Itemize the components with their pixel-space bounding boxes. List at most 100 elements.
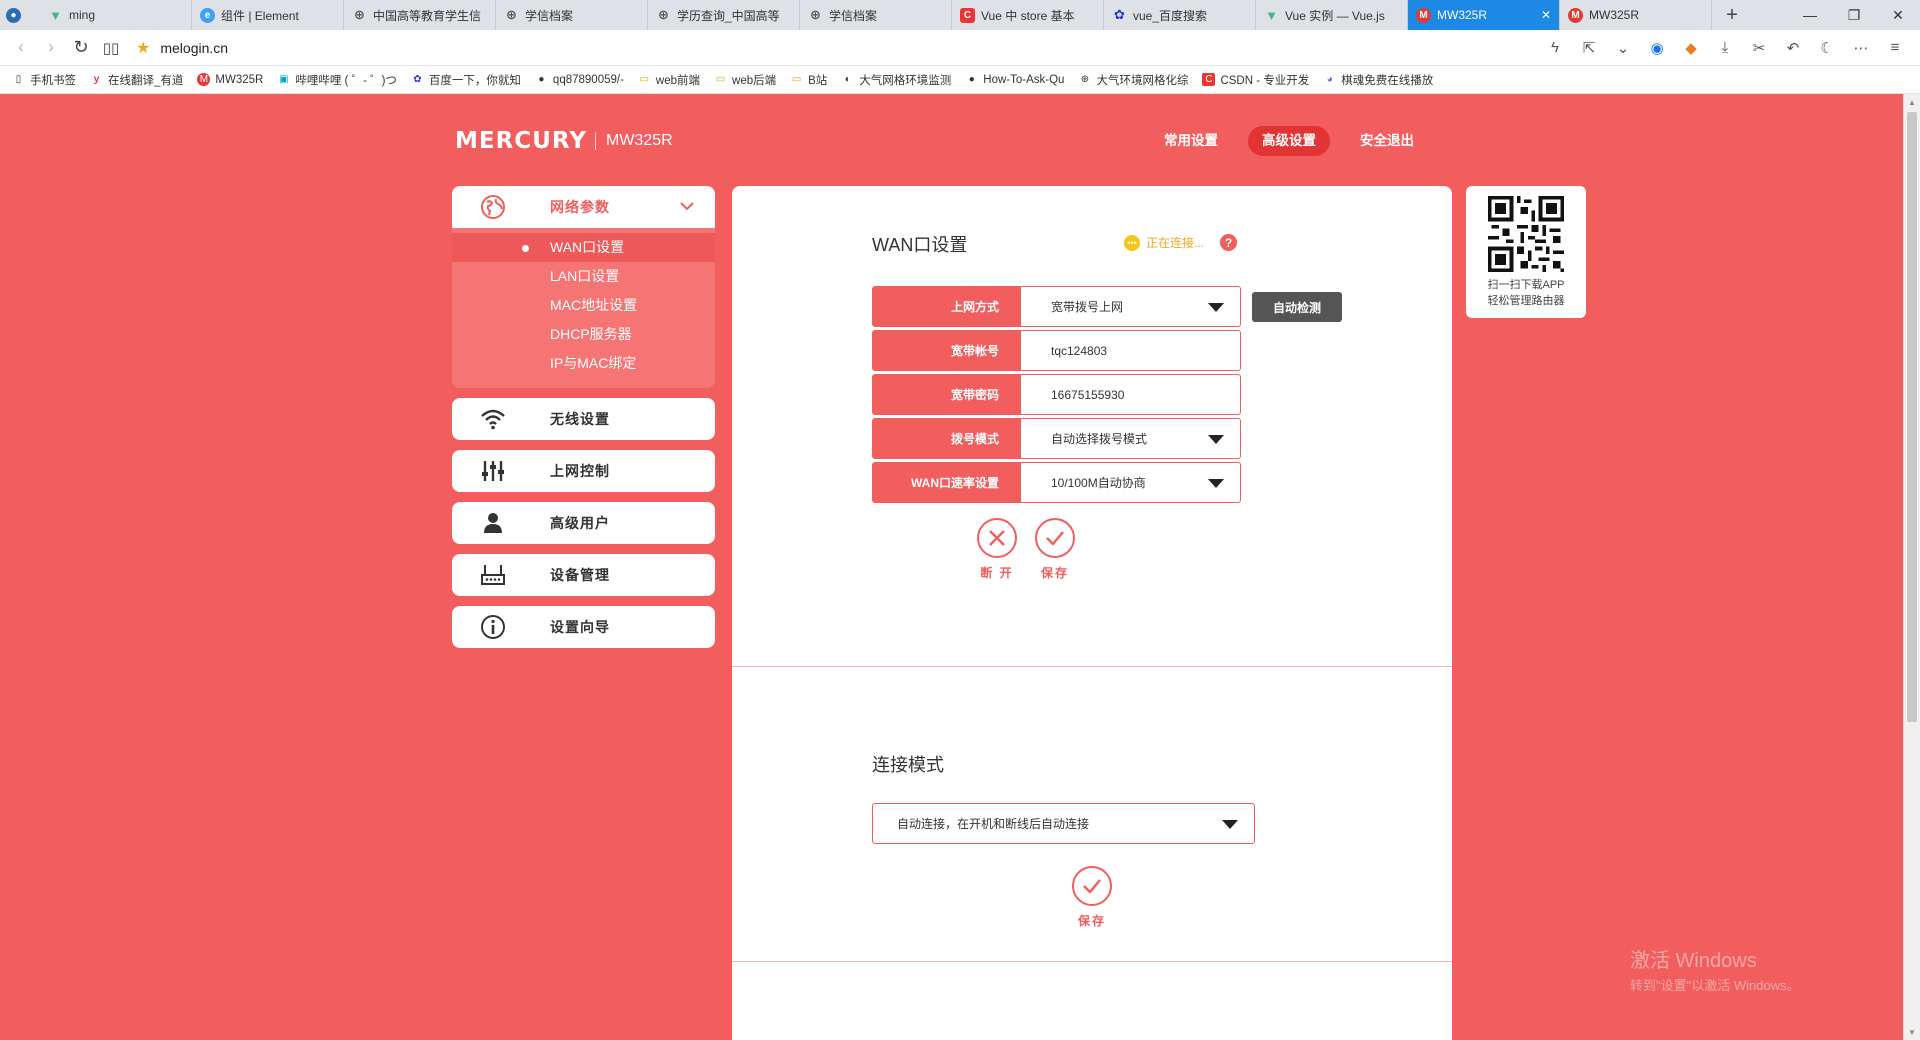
brand-divider bbox=[594, 132, 596, 150]
connect-mode-select[interactable]: 自动连接，在开机和断线后自动连接 bbox=[872, 803, 1255, 844]
help-icon[interactable]: ? bbox=[1220, 234, 1237, 251]
download-icon[interactable]: ⤓ bbox=[1714, 39, 1736, 56]
forward-icon[interactable]: › bbox=[36, 33, 66, 63]
sidebar-group-label: 设置向导 bbox=[550, 619, 610, 635]
browser-tab-4[interactable]: ⊕ 学信档案 bbox=[496, 0, 648, 30]
sidebar-item-mac[interactable]: MAC地址设置 bbox=[452, 291, 715, 320]
moon-icon[interactable]: ☾ bbox=[1816, 39, 1838, 57]
bookmark-item[interactable]: ▭ web后端 bbox=[714, 72, 776, 88]
tab-label: vue_百度搜索 bbox=[1133, 8, 1208, 23]
bookmark-item[interactable]: ✿ 百度一下，你就知 bbox=[411, 72, 521, 88]
sidebar-item-lan[interactable]: LAN口设置 bbox=[452, 262, 715, 291]
chevron-down-icon[interactable]: ⌄ bbox=[1612, 39, 1634, 57]
reader-icon[interactable]: ▯▯ bbox=[96, 33, 126, 63]
browser-tab-5[interactable]: ⊕ 学历查询_中国高等 bbox=[648, 0, 800, 30]
window-controls: — ❐ ✕ bbox=[1788, 0, 1920, 30]
restore-icon[interactable]: ❐ bbox=[1832, 0, 1876, 30]
qr-code bbox=[1488, 196, 1564, 272]
browser-tab-3[interactable]: ⊕ 中国高等教育学生信 bbox=[344, 0, 496, 30]
back-icon[interactable]: ‹ bbox=[6, 33, 36, 63]
field-password[interactable]: 宽带密码 16675155930 bbox=[872, 374, 1241, 415]
bookmark-item[interactable]: ◕ 棋魂免费在线播放 bbox=[1323, 72, 1434, 88]
browser-tab-10[interactable]: M MW325R ✕ bbox=[1408, 0, 1560, 30]
scissors-icon[interactable]: ✂ bbox=[1748, 39, 1770, 57]
bookmark-label: 手机书签 bbox=[30, 74, 76, 87]
address-bar: ‹ › ↻ ▯▯ ★ melogin.cn ϟ ⇱ ⌄ ◉ ◆ ⤓ ✂ ↶ ☾ … bbox=[0, 30, 1920, 66]
wan-speed-select[interactable]: 10/100M自动协商 bbox=[1021, 463, 1240, 502]
sidebar-item-ip-mac-binding[interactable]: IP与MAC绑定 bbox=[452, 349, 715, 378]
field-wan-speed[interactable]: WAN口速率设置 10/100M自动协商 bbox=[872, 462, 1241, 503]
close-window-icon[interactable]: ✕ bbox=[1876, 0, 1920, 30]
nav-logout[interactable]: 安全退出 bbox=[1346, 126, 1428, 156]
disconnect-button[interactable]: 断 开 bbox=[977, 518, 1017, 581]
connection-type-select[interactable]: 宽带拨号上网 bbox=[1021, 287, 1240, 326]
scroll-down-icon[interactable]: ▼ bbox=[1904, 1024, 1920, 1040]
qr-caption-line2: 轻松管理路由器 bbox=[1487, 295, 1565, 307]
bookmark-item[interactable]: ● qq87890059/- bbox=[535, 73, 624, 86]
account-input[interactable]: tqc124803 bbox=[1021, 331, 1240, 370]
scrollbar-thumb[interactable] bbox=[1907, 112, 1917, 722]
browser-tab-9[interactable]: ▼ Vue 实例 — Vue.js bbox=[1256, 0, 1408, 30]
vertical-scrollbar[interactable]: ▲ ▼ bbox=[1903, 94, 1920, 1040]
github-icon: ● bbox=[968, 74, 975, 85]
field-account[interactable]: 宽带帐号 tqc124803 bbox=[872, 330, 1241, 371]
close-icon[interactable]: ✕ bbox=[1541, 8, 1551, 22]
mercury-icon: M bbox=[1416, 7, 1431, 23]
bookmark-item[interactable]: ▣ 哔哩哔哩 ( ゜- ゜)つ bbox=[277, 72, 397, 88]
browser-tab-6[interactable]: ⊕ 学信档案 bbox=[800, 0, 952, 30]
sidebar-group-access-control[interactable]: 上网控制 bbox=[452, 450, 715, 492]
nav-advanced-settings[interactable]: 高级设置 bbox=[1248, 126, 1330, 156]
minimize-icon[interactable]: — bbox=[1788, 0, 1832, 30]
sidebar-group-setup-wizard[interactable]: 设置向导 bbox=[452, 606, 715, 648]
browser-tab-1[interactable]: ▼ ming bbox=[40, 0, 192, 30]
url-field[interactable]: melogin.cn bbox=[160, 40, 1544, 56]
browser-tab-2[interactable]: e 组件 | Element bbox=[192, 0, 344, 30]
sidebar-item-wan[interactable]: WAN口设置 bbox=[452, 233, 715, 262]
star-icon[interactable]: ★ bbox=[136, 38, 150, 58]
reload-icon[interactable]: ↻ bbox=[66, 33, 96, 63]
browser-tab-8[interactable]: ✿ vue_百度搜索 bbox=[1104, 0, 1256, 30]
undo-icon[interactable]: ↶ bbox=[1782, 39, 1804, 57]
save-connect-mode-button[interactable]: 保存 bbox=[1072, 866, 1112, 929]
sidebar-group-device-management[interactable]: 设备管理 bbox=[452, 554, 715, 596]
bookmark-item[interactable]: ▭ web前端 bbox=[638, 72, 700, 88]
bookmark-item[interactable]: ● How-To-Ask-Qu bbox=[965, 73, 1065, 86]
auto-detect-button[interactable]: 自动检测 bbox=[1252, 292, 1342, 322]
new-tab-button[interactable]: + bbox=[1712, 0, 1752, 30]
browser-tab-7[interactable]: C Vue 中 store 基本 bbox=[952, 0, 1104, 30]
sidebar-group-wireless[interactable]: 无线设置 bbox=[452, 398, 715, 440]
password-input[interactable]: 16675155930 bbox=[1021, 375, 1240, 414]
sidebar-submenu: WAN口设置 LAN口设置 MAC地址设置 DHCP服务器 IP与MAC绑定 bbox=[452, 228, 715, 388]
bookmark-item[interactable]: ⊕ 大气环境网格化综 bbox=[1078, 72, 1189, 88]
tab-label: 学历查询_中国高等 bbox=[677, 8, 780, 23]
browser-tab-11[interactable]: M MW325R bbox=[1560, 0, 1712, 30]
bookmark-item[interactable]: ▭ B站 bbox=[790, 72, 827, 88]
save-button[interactable]: 保存 bbox=[1035, 518, 1075, 581]
sidebar-group-network[interactable]: 网络参数 bbox=[452, 186, 715, 228]
bookmark-item[interactable]: y 在线翻译_有道 bbox=[90, 72, 184, 88]
sidebar-group-advanced-user[interactable]: 高级用户 bbox=[452, 502, 715, 544]
field-connection-type[interactable]: 上网方式 宽带拨号上网 bbox=[872, 286, 1241, 327]
bookmark-item[interactable]: C CSDN - 专业开发 bbox=[1202, 72, 1309, 88]
bookmark-item[interactable]: M MW325R bbox=[197, 73, 263, 86]
bookmark-label: MW325R bbox=[215, 73, 264, 86]
lightning-icon[interactable]: ϟ bbox=[1544, 39, 1566, 56]
search-engine-icon[interactable]: ◉ bbox=[1646, 39, 1668, 57]
more-icon[interactable]: ⋯ bbox=[1850, 39, 1872, 57]
browser-tab-0[interactable]: ● bbox=[0, 0, 40, 30]
loading-icon: ••• bbox=[1124, 234, 1140, 251]
sidebar-item-dhcp[interactable]: DHCP服务器 bbox=[452, 320, 715, 349]
bookmark-item[interactable]: ▯ 手机书签 bbox=[12, 72, 76, 88]
nav-common-settings[interactable]: 常用设置 bbox=[1150, 126, 1232, 156]
sliders-icon bbox=[480, 459, 506, 483]
field-value: 自动选择拨号模式 bbox=[1051, 432, 1148, 446]
field-dial-mode[interactable]: 拨号模式 自动选择拨号模式 bbox=[872, 418, 1241, 459]
share-icon[interactable]: ⇱ bbox=[1578, 39, 1600, 57]
game-icon[interactable]: ◆ bbox=[1680, 39, 1702, 57]
scroll-up-icon[interactable]: ▲ bbox=[1904, 94, 1920, 110]
globe-icon: ⊕ bbox=[810, 7, 821, 22]
bookmark-label: 在线翻译_有道 bbox=[108, 74, 184, 87]
bookmark-item[interactable]: ◐ 大气网格环境监测 bbox=[841, 72, 952, 88]
dial-mode-select[interactable]: 自动选择拨号模式 bbox=[1021, 419, 1240, 458]
menu-icon[interactable]: ≡ bbox=[1884, 39, 1906, 56]
